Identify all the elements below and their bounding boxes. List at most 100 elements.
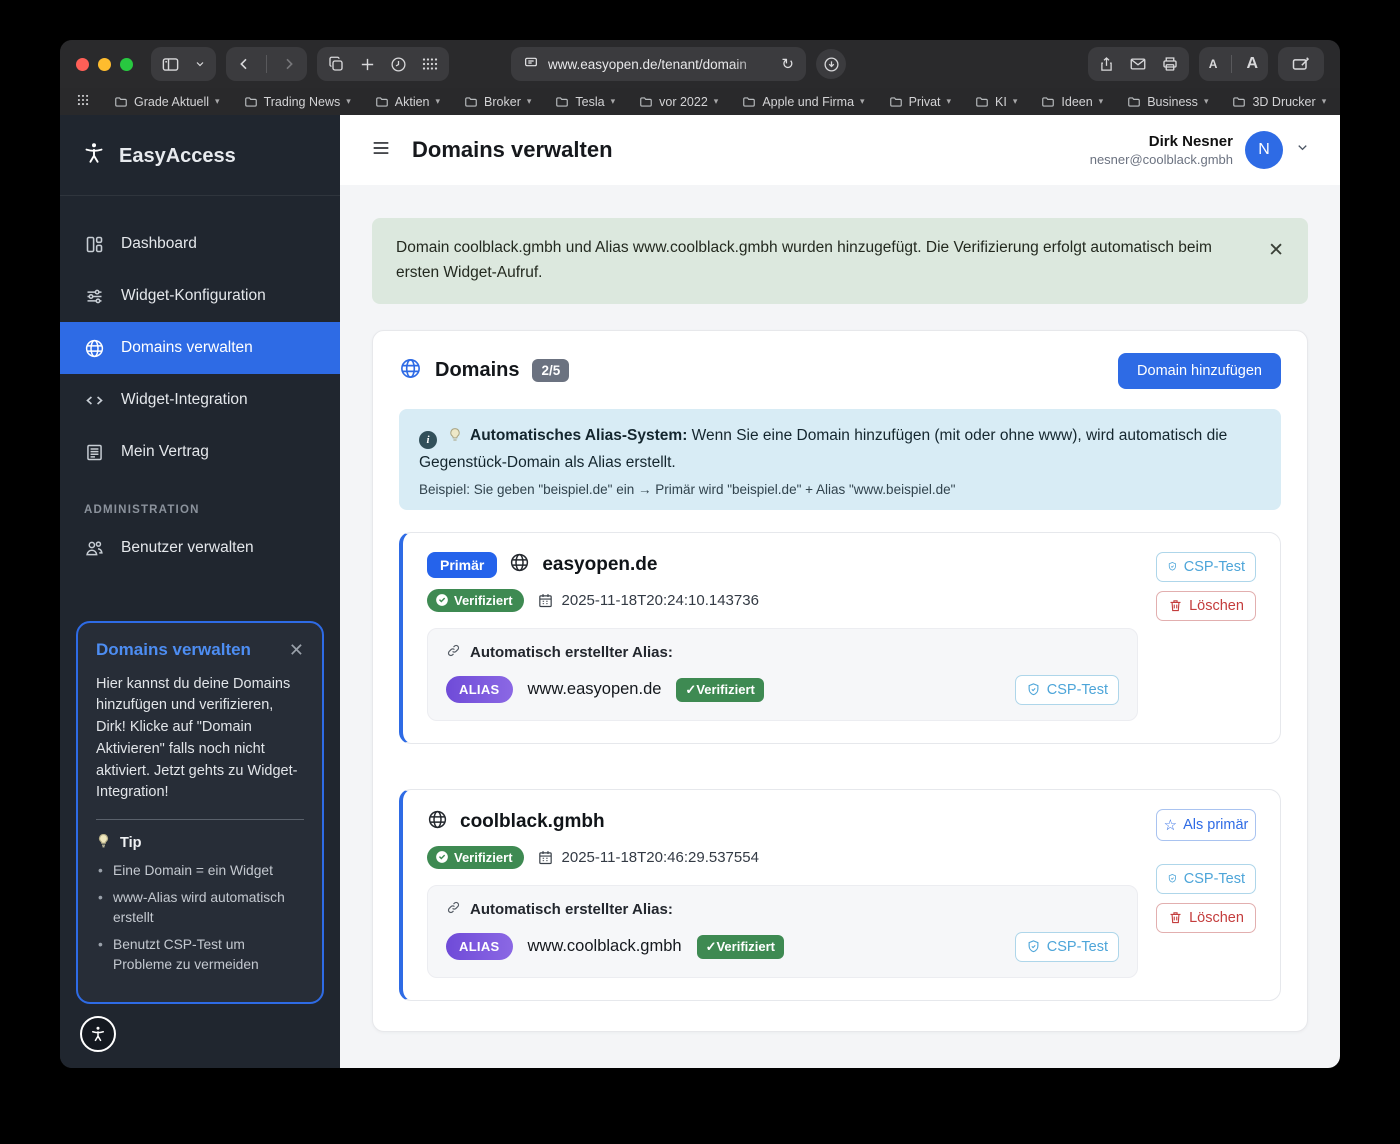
assistant-body: Hier kannst du deine Domains hinzufügen … xyxy=(96,674,304,805)
new-tab-icon[interactable] xyxy=(359,56,376,73)
user-name: Dirk Nesner xyxy=(1090,133,1233,150)
page-settings-icon[interactable] xyxy=(523,55,539,74)
assistant-title: Domains verwalten xyxy=(96,640,251,660)
sidebar-item-widget-konfiguration[interactable]: Widget-Konfiguration xyxy=(60,270,340,322)
domain-card: Primär easyopen.de Verifiziert 2025-11-1… xyxy=(399,532,1281,744)
sidebar: EasyAccess Dashboard Widget-Konfiguratio… xyxy=(60,115,340,1068)
minimize-window-button[interactable] xyxy=(98,58,111,71)
csp-test-button[interactable]: CSP-Test xyxy=(1015,675,1119,705)
alias-verified-badge: ✓Verifiziert xyxy=(697,935,784,959)
alias-heading: Automatisch erstellter Alias: xyxy=(470,644,673,661)
domain-card: coolblack.gmbh Verifiziert 2025-11-18T20… xyxy=(399,789,1281,1001)
history-nav-group xyxy=(226,47,307,81)
csp-test-button[interactable]: CSP-Test xyxy=(1156,864,1256,894)
toolbar-right-cluster: A A xyxy=(1088,47,1324,81)
delete-button[interactable]: Löschen xyxy=(1156,903,1256,933)
bookmark-folder[interactable]: Tesla▾ xyxy=(555,95,615,109)
content: Domain coolblack.gmbh und Alias www.cool… xyxy=(340,185,1340,1065)
delete-button[interactable]: Löschen xyxy=(1156,591,1256,621)
close-window-button[interactable] xyxy=(76,58,89,71)
sidebar-nav: Dashboard Widget-Konfiguration Domains v… xyxy=(60,196,340,574)
primary-badge: Primär xyxy=(427,552,497,578)
maximize-window-button[interactable] xyxy=(120,58,133,71)
csp-test-button[interactable]: CSP-Test xyxy=(1156,552,1256,582)
alias-badge: ALIAS xyxy=(446,676,513,703)
tip-item: Eine Domain = ein Widget xyxy=(96,861,304,881)
alias-domain: www.easyopen.de xyxy=(528,680,662,699)
sidebar-item-domains-verwalten[interactable]: Domains verwalten xyxy=(60,322,340,374)
reload-icon[interactable]: ↻ xyxy=(781,55,794,73)
verified-timestamp: 2025-11-18T20:46:29.537554 xyxy=(537,849,759,866)
panel-title: Domains xyxy=(435,359,519,382)
browser-window: www.easyopen.de/tenant/domain ↻ A A Grad… xyxy=(60,40,1340,1068)
sidebar-toggle-icon[interactable] xyxy=(161,55,180,74)
tip-item: Benutzt CSP-Test um Probleme zu vermeide… xyxy=(96,935,304,975)
bookmark-folder[interactable]: Grade Aktuell▾ xyxy=(114,95,220,109)
bookmark-folder[interactable]: KI▾ xyxy=(975,95,1017,109)
text-size-group: A A xyxy=(1199,47,1268,81)
verified-timestamp: 2025-11-18T20:24:10.143736 xyxy=(537,592,759,609)
bookmark-folder[interactable]: Ideen▾ xyxy=(1041,95,1103,109)
link-icon xyxy=(446,900,461,919)
bookmark-folder[interactable]: Privat▾ xyxy=(889,95,951,109)
accessibility-fab-button[interactable] xyxy=(80,1016,116,1052)
tab-overview-icon[interactable] xyxy=(421,55,439,73)
share-icon[interactable] xyxy=(1098,56,1115,73)
downloads-button[interactable] xyxy=(816,49,846,79)
add-domain-button[interactable]: Domain hinzufügen xyxy=(1118,353,1281,389)
bookmark-folder[interactable]: Trading News▾ xyxy=(244,95,351,109)
alias-heading: Automatisch erstellter Alias: xyxy=(470,901,673,918)
print-icon[interactable] xyxy=(1161,55,1179,73)
divider xyxy=(96,819,304,820)
alias-domain: www.coolblack.gmbh xyxy=(528,937,682,956)
bookmark-folder[interactable]: Apple und Firma▾ xyxy=(742,95,864,109)
globe-icon xyxy=(427,809,448,835)
make-primary-button[interactable]: ☆Als primär xyxy=(1156,809,1256,841)
bookmarks-bar: Grade Aktuell▾ Trading News▾ Aktien▾ Bro… xyxy=(60,88,1340,115)
page-title: Domains verwalten xyxy=(412,137,613,163)
bookmark-folder[interactable]: 3D Drucker▾ xyxy=(1232,95,1326,109)
avatar[interactable]: N xyxy=(1245,131,1283,169)
bookmark-folder[interactable]: vor 2022▾ xyxy=(639,95,718,109)
chevron-down-icon[interactable] xyxy=(1295,140,1310,160)
divider xyxy=(266,55,267,73)
menu-icon[interactable] xyxy=(370,137,392,164)
info-example: Beispiel: Sie geben "beispiel.de" ein → … xyxy=(419,482,1261,497)
text-larger-button[interactable]: A xyxy=(1246,55,1258,73)
favorites-grid-icon[interactable] xyxy=(76,93,90,110)
user-menu[interactable]: Dirk Nesner nesner@coolblack.gmbh N xyxy=(1090,131,1310,169)
compose-icon[interactable] xyxy=(1278,47,1324,81)
link-icon xyxy=(446,643,461,662)
bookmark-folder[interactable]: Broker▾ xyxy=(464,95,531,109)
sidebar-item-widget-integration[interactable]: Widget-Integration xyxy=(60,374,340,426)
user-email: nesner@coolblack.gmbh xyxy=(1090,152,1233,167)
copy-tabs-icon[interactable] xyxy=(327,55,345,73)
sidebar-section-administration: ADMINISTRATION xyxy=(84,504,316,516)
text-smaller-button[interactable]: A xyxy=(1209,57,1218,71)
csp-test-button[interactable]: CSP-Test xyxy=(1015,932,1119,962)
close-icon[interactable]: ✕ xyxy=(289,640,304,661)
url-bar[interactable]: www.easyopen.de/tenant/domain ↻ xyxy=(511,47,806,81)
assistant-panel: Domains verwalten ✕ Hier kannst du deine… xyxy=(76,621,324,1005)
history-clock-icon[interactable] xyxy=(390,56,407,73)
success-banner: Domain coolblack.gmbh und Alias www.cool… xyxy=(372,218,1308,304)
back-icon[interactable] xyxy=(236,56,252,72)
info-title: Automatisches Alias-System: xyxy=(470,427,687,444)
sidebar-item-benutzer-verwalten[interactable]: Benutzer verwalten xyxy=(60,522,340,574)
close-icon[interactable]: ✕ xyxy=(1268,236,1284,286)
domain-name: easyopen.de xyxy=(542,554,657,576)
bookmark-folder[interactable]: Aktien▾ xyxy=(375,95,440,109)
domain-name: coolblack.gmbh xyxy=(460,811,605,833)
sidebar-item-dashboard[interactable]: Dashboard xyxy=(60,218,340,270)
chevron-down-icon[interactable] xyxy=(194,58,206,70)
bookmark-folder[interactable]: Business▾ xyxy=(1127,95,1208,109)
sidebar-item-mein-vertrag[interactable]: Mein Vertrag xyxy=(60,426,340,478)
tabs-tools-group xyxy=(317,47,449,81)
app-header: Domains verwalten Dirk Nesner nesner@coo… xyxy=(340,115,1340,185)
info-icon: i xyxy=(419,431,437,449)
url-text[interactable]: www.easyopen.de/tenant/domain xyxy=(548,57,772,72)
forward-icon[interactable] xyxy=(281,56,297,72)
main: Domains verwalten Dirk Nesner nesner@coo… xyxy=(340,115,1340,1068)
alias-info-box: iAutomatisches Alias-System: Wenn Sie ei… xyxy=(399,409,1281,510)
mail-icon[interactable] xyxy=(1129,55,1147,73)
